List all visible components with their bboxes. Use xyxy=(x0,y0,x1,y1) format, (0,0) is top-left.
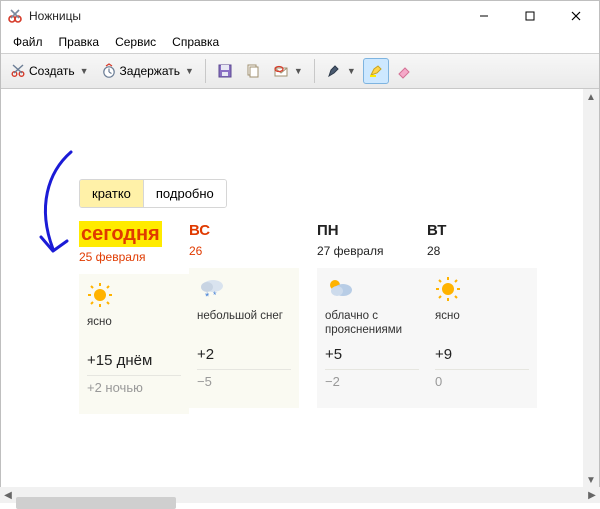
temp-night: −5 xyxy=(197,369,291,389)
snow-icon: ** xyxy=(197,276,291,304)
temp-day: +15 днём xyxy=(87,352,181,369)
temp-night: 0 xyxy=(435,369,529,389)
eraser-icon xyxy=(396,63,412,79)
copy-icon xyxy=(245,63,261,79)
scroll-up-arrow[interactable]: ▲ xyxy=(583,89,599,105)
day-head: ВТ xyxy=(427,222,537,240)
new-snip-button[interactable]: Создать ▼ xyxy=(5,58,94,84)
menu-tools[interactable]: Сервис xyxy=(107,33,164,51)
chevron-down-icon: ▼ xyxy=(78,66,89,76)
scrollbar-thumb[interactable] xyxy=(16,497,176,509)
day-column[interactable]: ПН 27 февраля облачно с прояснениями +5 −2 xyxy=(317,222,427,414)
day-card: ясно +9 0 xyxy=(427,268,537,408)
highlight-mark: сегодня xyxy=(79,221,162,247)
menu-help[interactable]: Справка xyxy=(164,33,227,51)
partly-icon xyxy=(325,276,419,304)
highlighter-icon xyxy=(368,63,384,79)
svg-text:*: * xyxy=(205,291,210,302)
condition-text: ясно xyxy=(87,316,181,344)
condition-text: облачно с прояснениями xyxy=(325,310,419,338)
day-head: ПН xyxy=(317,222,427,240)
temp-day: +5 xyxy=(325,346,419,363)
temp-night: +2 ночью xyxy=(87,375,181,395)
sun-icon xyxy=(87,282,181,310)
floppy-icon xyxy=(217,63,233,79)
day-column[interactable]: сегодня 25 февраля ясно +15 днём +2 ночью xyxy=(79,222,189,414)
horizontal-scrollbar[interactable]: ◀ ▶ xyxy=(0,487,600,503)
day-head: ВС xyxy=(189,222,299,240)
temp-day: +9 xyxy=(435,346,529,363)
toolbar-separator xyxy=(314,59,315,83)
svg-text:*: * xyxy=(213,290,217,300)
day-card: облачно с прояснениями +5 −2 xyxy=(317,268,427,408)
save-button[interactable] xyxy=(212,58,238,84)
delay-label: Задержать xyxy=(120,64,180,78)
day-card: ** небольшой снег +2 −5 xyxy=(189,268,299,408)
chevron-down-icon: ▼ xyxy=(345,66,356,76)
condition-text: небольшой снег xyxy=(197,310,291,338)
tab-brief[interactable]: кратко xyxy=(80,180,143,207)
scroll-right-arrow[interactable]: ▶ xyxy=(584,487,600,503)
copy-button[interactable] xyxy=(240,58,266,84)
day-date: 28 xyxy=(427,244,537,258)
condition-text: ясно xyxy=(435,310,529,338)
chevron-down-icon: ▼ xyxy=(292,66,303,76)
day-date: 25 февраля xyxy=(79,250,189,264)
toolbar-separator xyxy=(205,59,206,83)
highlighter-button[interactable] xyxy=(363,58,389,84)
eraser-button[interactable] xyxy=(391,58,417,84)
app-icon xyxy=(7,8,23,24)
new-snip-label: Создать xyxy=(29,64,75,78)
pen-icon xyxy=(326,63,342,79)
maximize-button[interactable] xyxy=(507,1,553,31)
pen-button[interactable]: ▼ xyxy=(321,58,361,84)
sun-icon xyxy=(435,276,529,304)
day-card: ясно +15 днём +2 ночью xyxy=(79,274,189,414)
scissors-icon xyxy=(10,63,26,79)
vertical-scrollbar[interactable]: ▲ ▼ xyxy=(583,89,599,488)
weather-widget: кратко подробно сегодня 25 февраля ясно +15… xyxy=(79,179,539,414)
day-date: 26 xyxy=(189,244,299,258)
minimize-button[interactable] xyxy=(461,1,507,31)
temp-night: −2 xyxy=(325,369,419,389)
menu-file[interactable]: Файл xyxy=(5,33,51,51)
send-button[interactable]: ▼ xyxy=(268,58,308,84)
day-head: сегодня xyxy=(79,222,189,246)
scroll-down-arrow[interactable]: ▼ xyxy=(583,472,599,488)
day-date: 27 февраля xyxy=(317,244,427,258)
menu-edit[interactable]: Правка xyxy=(51,33,108,51)
temp-day: +2 xyxy=(197,346,291,363)
day-column[interactable]: ВС 26 ** небольшой снег +2 −5 xyxy=(189,222,299,414)
chevron-down-icon: ▼ xyxy=(183,66,194,76)
scroll-left-arrow[interactable]: ◀ xyxy=(0,487,16,503)
tab-detailed[interactable]: подробно xyxy=(143,180,226,207)
ink-annotation-arrow xyxy=(23,147,83,267)
day-column[interactable]: ВТ 28 ясно +9 0 xyxy=(427,222,537,414)
envelope-icon xyxy=(273,63,289,79)
clock-icon xyxy=(101,63,117,79)
delay-button[interactable]: Задержать ▼ xyxy=(96,58,199,84)
window-title: Ножницы xyxy=(29,9,461,23)
close-button[interactable] xyxy=(553,1,599,31)
